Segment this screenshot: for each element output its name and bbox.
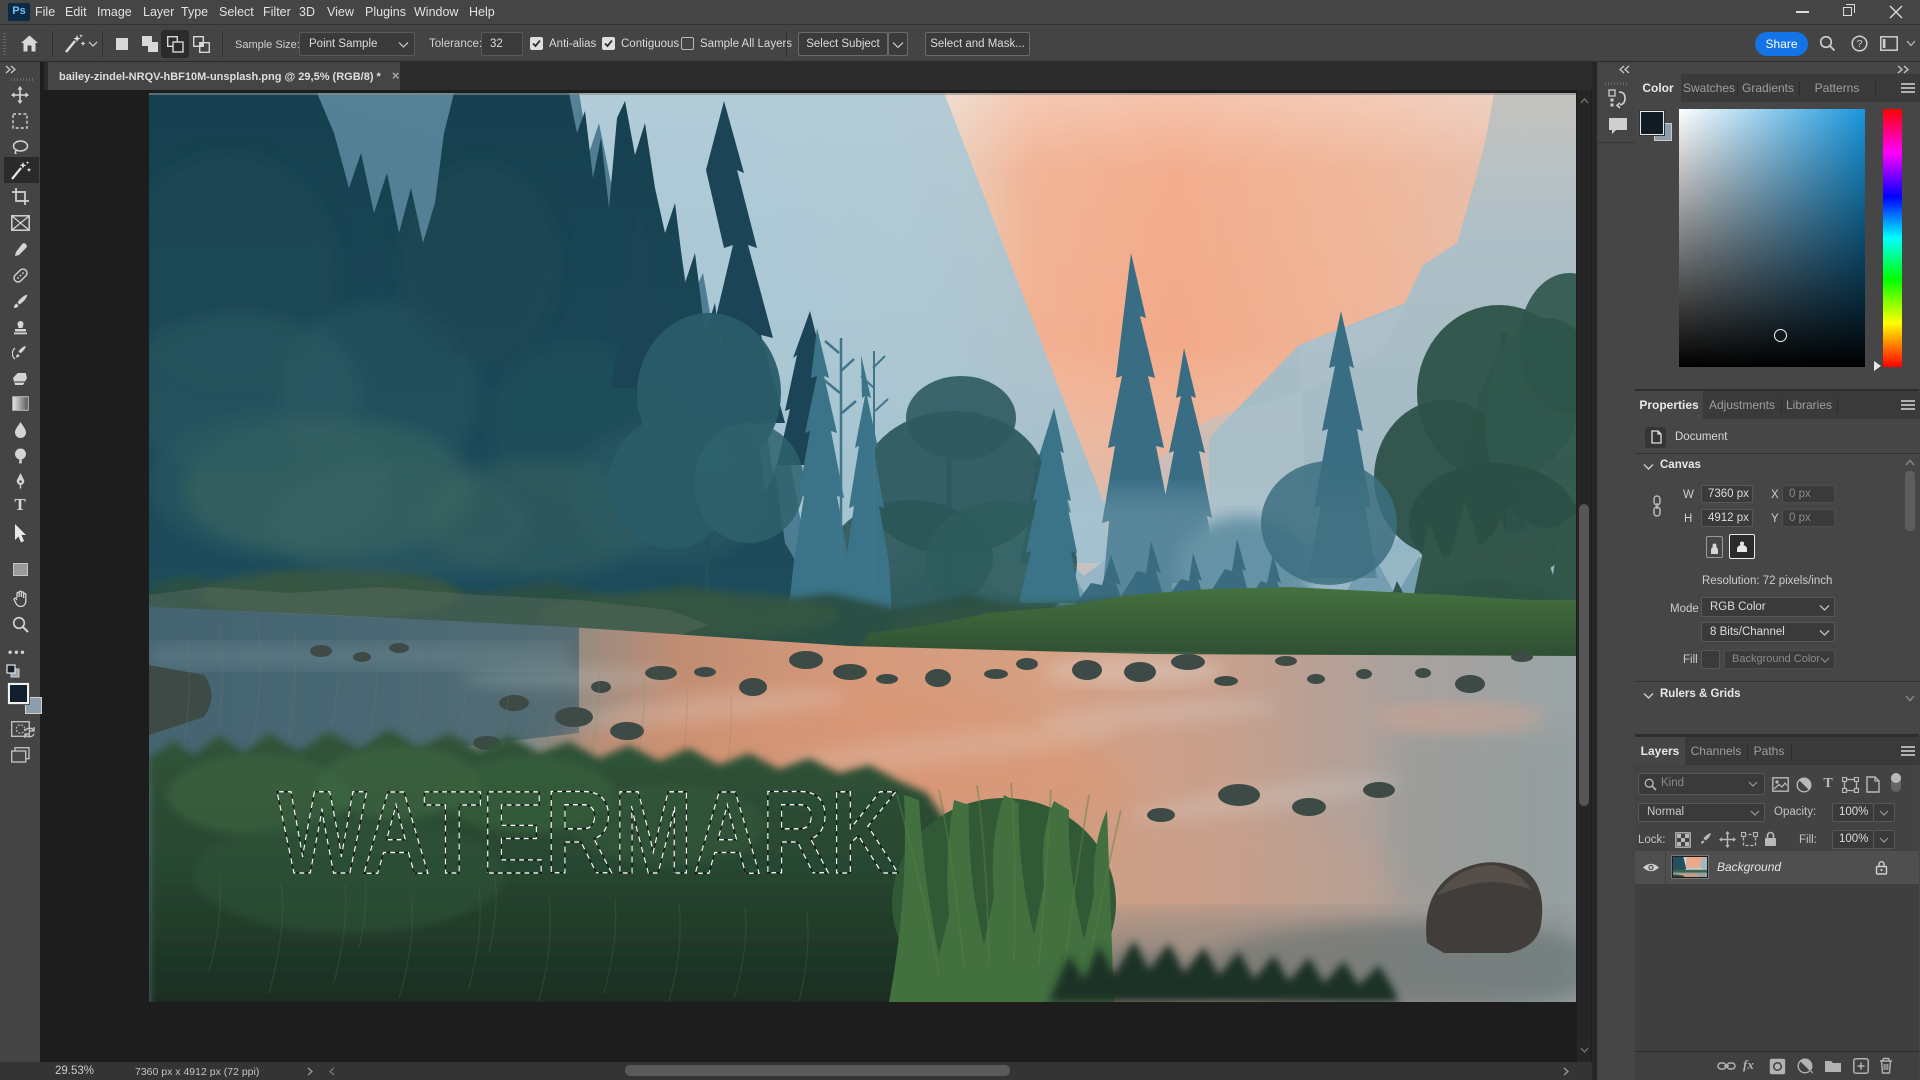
svg-text:?: ? [1857,38,1863,50]
svg-text:WATERMARK: WATERMARK [277,767,899,899]
